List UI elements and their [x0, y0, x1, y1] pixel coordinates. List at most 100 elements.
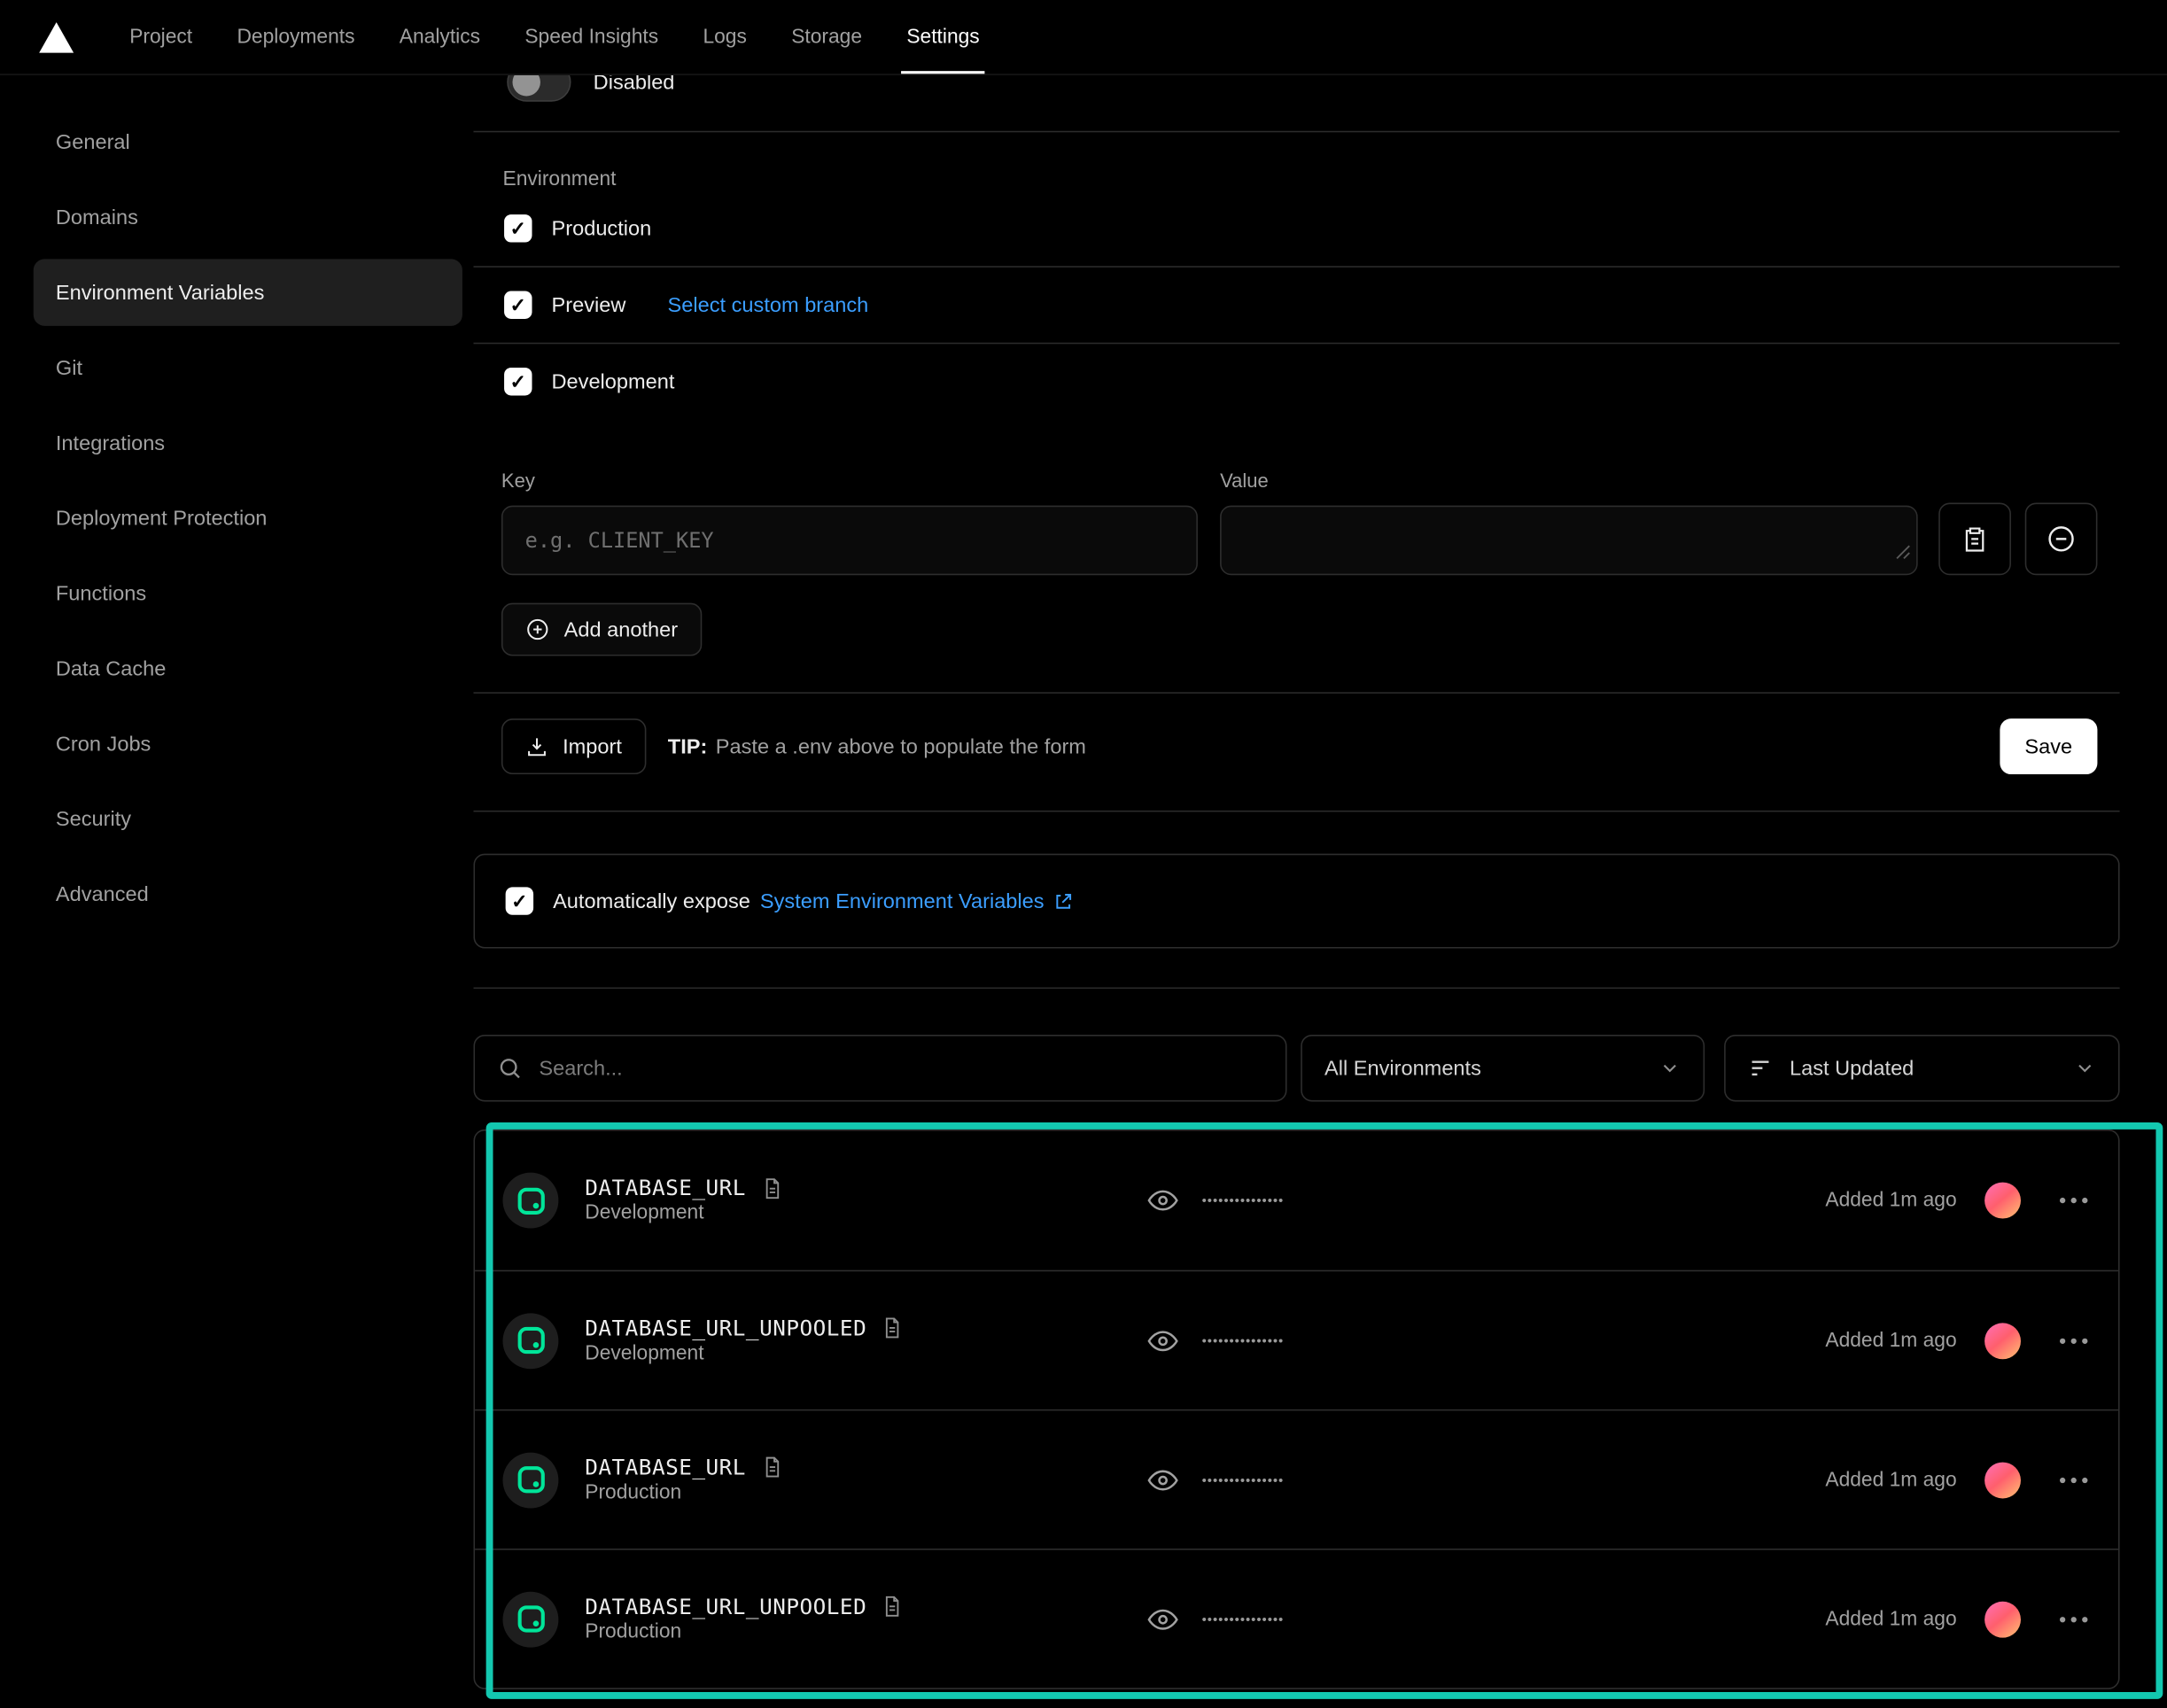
download-icon: [525, 734, 549, 758]
sidebar-item-deployment-protection[interactable]: Deployment Protection: [34, 480, 462, 555]
reveal-value-eye-icon[interactable]: [1146, 1324, 1180, 1357]
vercel-logo-icon[interactable]: [39, 21, 74, 52]
note-icon: [760, 1176, 782, 1200]
env-var-row: DATABASE_URL Production ••••••••••••••• …: [475, 1409, 2118, 1549]
note-icon: [760, 1456, 782, 1479]
auto-expose-label: Automatically expose: [553, 889, 750, 913]
chevron-down-icon: [2074, 1057, 2096, 1079]
preview-label: Preview: [552, 293, 626, 317]
env-variables-panel: Disabled Environment Production Preview …: [473, 75, 2119, 1689]
add-another-button[interactable]: Add another: [501, 603, 702, 656]
avatar: [1984, 1323, 2021, 1359]
development-label: Development: [552, 369, 675, 393]
masked-value: •••••••••••••••: [1202, 1192, 1285, 1208]
chevron-down-icon: [1658, 1057, 1681, 1079]
preview-checkbox[interactable]: [504, 291, 532, 319]
reveal-value-eye-icon[interactable]: [1146, 1184, 1180, 1217]
masked-value: •••••••••••••••: [1202, 1611, 1285, 1626]
development-checkbox[interactable]: [504, 368, 532, 395]
import-button[interactable]: Import: [501, 718, 646, 774]
auto-expose-checkbox[interactable]: [506, 887, 533, 914]
masked-value: •••••••••••••••: [1202, 1332, 1285, 1348]
remove-row-button[interactable]: [2025, 502, 2098, 575]
settings-sidebar: General Domains Environment Variables Gi…: [0, 75, 473, 1689]
select-custom-branch-link[interactable]: Select custom branch: [668, 293, 869, 317]
sort-value: Last Updated: [1790, 1056, 1914, 1080]
row-menu-button[interactable]: [2057, 1329, 2091, 1351]
added-timestamp: Added 1m ago: [1825, 1608, 1956, 1630]
divider: [473, 811, 2119, 812]
value-input[interactable]: [1220, 506, 1918, 576]
avatar: [1984, 1462, 2021, 1498]
nav-tab-logs[interactable]: Logs: [680, 0, 769, 74]
env-var-row: DATABASE_URL_UNPOOLED Production •••••••…: [475, 1549, 2118, 1688]
neon-integration-icon: [502, 1591, 558, 1647]
env-var-environment: Production: [585, 1620, 681, 1642]
reveal-value-eye-icon[interactable]: [1146, 1603, 1180, 1636]
key-input[interactable]: [501, 506, 1198, 576]
env-var-row: DATABASE_URL_UNPOOLED Development ••••••…: [475, 1270, 2118, 1409]
search-input[interactable]: [539, 1056, 1262, 1080]
neon-integration-icon: [502, 1173, 558, 1229]
production-checkbox[interactable]: [504, 214, 532, 242]
sidebar-item-integrations[interactable]: Integrations: [34, 405, 462, 480]
development-checkbox-row: Development: [473, 344, 2119, 419]
nav-tab-deployments[interactable]: Deployments: [214, 0, 377, 74]
neon-integration-icon: [502, 1313, 558, 1369]
page: Project Deployments Analytics Speed Insi…: [0, 0, 2167, 1708]
env-var-name: DATABASE_URL_UNPOOLED: [585, 1316, 866, 1340]
sidebar-item-general[interactable]: General: [34, 105, 462, 180]
nav-tab-analytics[interactable]: Analytics: [377, 0, 503, 74]
save-button[interactable]: Save: [2000, 718, 2097, 774]
row-menu-button[interactable]: [2057, 1469, 2091, 1491]
sidebar-item-functions[interactable]: Functions: [34, 555, 462, 631]
nav-tab-project[interactable]: Project: [107, 0, 214, 74]
tip-text: TIP:Paste a .env above to populate the f…: [668, 734, 1086, 758]
system-env-vars-link[interactable]: System Environment Variables: [760, 889, 1074, 913]
added-timestamp: Added 1m ago: [1825, 1189, 1956, 1211]
divider: [473, 131, 2119, 133]
env-var-environment: Development: [585, 1202, 703, 1224]
env-var-name: DATABASE_URL_UNPOOLED: [585, 1594, 866, 1619]
add-another-label: Add another: [564, 617, 678, 641]
sidebar-item-advanced[interactable]: Advanced: [34, 857, 462, 932]
sidebar-item-data-cache[interactable]: Data Cache: [34, 631, 462, 706]
sidebar-item-environment-variables[interactable]: Environment Variables: [34, 259, 462, 325]
divider: [473, 988, 2119, 990]
environment-filter-value: All Environments: [1324, 1056, 1481, 1080]
env-var-name: DATABASE_URL: [585, 1176, 746, 1200]
preview-checkbox-row: Preview Select custom branch: [473, 268, 2119, 343]
row-menu-button[interactable]: [2057, 1189, 2091, 1211]
reveal-value-eye-icon[interactable]: [1146, 1463, 1180, 1496]
top-nav: Project Deployments Analytics Speed Insi…: [0, 0, 2167, 75]
sidebar-item-security[interactable]: Security: [34, 781, 462, 857]
nav-tab-speed-insights[interactable]: Speed Insights: [502, 0, 680, 74]
env-var-row: DATABASE_URL Development •••••••••••••••…: [475, 1130, 2118, 1269]
sort-select[interactable]: Last Updated: [1724, 1035, 2119, 1101]
note-icon: [881, 1595, 903, 1619]
search-box: [473, 1035, 1286, 1101]
search-icon: [497, 1056, 522, 1081]
sidebar-item-cron-jobs[interactable]: Cron Jobs: [34, 706, 462, 781]
production-checkbox-row: Production: [473, 190, 2119, 266]
sidebar-item-git[interactable]: Git: [34, 330, 462, 406]
env-var-environment: Production: [585, 1481, 681, 1503]
production-label: Production: [552, 216, 652, 240]
masked-value: •••••••••••••••: [1202, 1471, 1285, 1487]
nav-tab-storage[interactable]: Storage: [769, 0, 884, 74]
environment-filter-select[interactable]: All Environments: [1301, 1035, 1705, 1101]
env-variables-table: DATABASE_URL Development •••••••••••••••…: [473, 1130, 2119, 1689]
environment-section-label: Environment: [473, 168, 2119, 190]
nav-tabs: Project Deployments Analytics Speed Insi…: [107, 0, 1002, 74]
row-menu-button[interactable]: [2057, 1608, 2091, 1630]
nav-tab-settings[interactable]: Settings: [884, 0, 1002, 74]
form-footer: Import TIP:Paste a .env above to populat…: [473, 694, 2119, 811]
paste-env-button[interactable]: [1938, 502, 2011, 575]
external-link-icon: [1052, 890, 1074, 912]
key-value-row: Key Value: [473, 419, 2119, 575]
list-toolbar: All Environments Last Updated: [473, 1035, 2119, 1101]
added-timestamp: Added 1m ago: [1825, 1329, 1956, 1351]
env-var-environment: Development: [585, 1342, 703, 1364]
sidebar-item-domains[interactable]: Domains: [34, 180, 462, 255]
value-label: Value: [1220, 470, 1918, 492]
